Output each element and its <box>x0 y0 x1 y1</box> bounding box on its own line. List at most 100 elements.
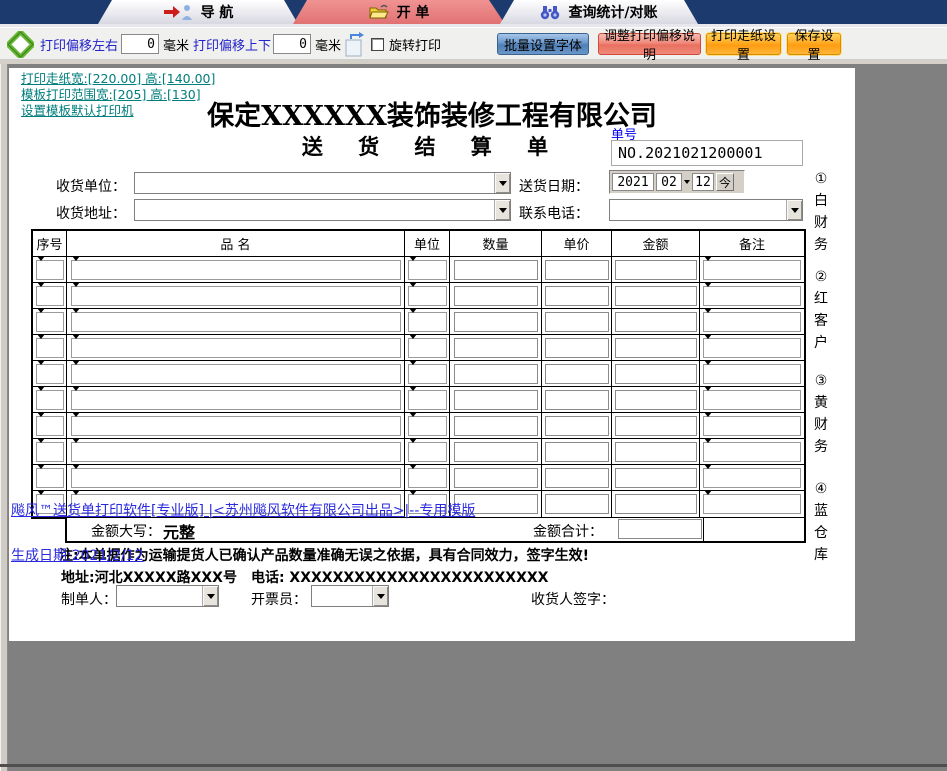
product-combobox[interactable] <box>71 390 401 410</box>
amount-total-input[interactable] <box>618 519 702 539</box>
amount-input[interactable] <box>615 364 697 384</box>
tab-query-stats[interactable]: 查询统计/对账 <box>500 0 698 24</box>
price-input[interactable] <box>545 286 609 306</box>
tab-navigation[interactable]: 导 航 <box>98 0 298 24</box>
amount-input[interactable] <box>615 312 697 332</box>
qty-input[interactable] <box>454 364 538 384</box>
unit-combobox[interactable] <box>408 468 447 488</box>
remark-combobox[interactable] <box>703 390 801 410</box>
offset-help-button[interactable]: 调整打印偏移说明 <box>598 33 701 55</box>
seq-combobox[interactable] <box>36 468 64 488</box>
qty-input[interactable] <box>454 286 538 306</box>
product-combobox[interactable] <box>71 442 401 462</box>
clerk-combobox[interactable] <box>311 585 389 607</box>
paper-size-link[interactable]: 打印走纸宽:[220.00] 高:[140.00] <box>21 71 215 87</box>
qty-input[interactable] <box>454 338 538 358</box>
unit-combobox[interactable] <box>408 260 447 280</box>
seq-combobox[interactable] <box>36 338 64 358</box>
price-input[interactable] <box>545 338 609 358</box>
price-input[interactable] <box>545 416 609 436</box>
date-month-field[interactable]: 02 <box>656 173 682 191</box>
qty-input[interactable] <box>454 312 538 332</box>
receiver-combobox[interactable] <box>134 172 511 194</box>
unit-combobox[interactable] <box>408 364 447 384</box>
price-input[interactable] <box>545 312 609 332</box>
receiver-combo-arrow[interactable] <box>494 173 510 193</box>
clerk-combo-arrow[interactable] <box>372 586 388 606</box>
product-combobox[interactable] <box>71 364 401 384</box>
paper-setting-button[interactable]: 打印走纸设置 <box>706 33 781 55</box>
remark-combobox[interactable] <box>703 416 801 436</box>
remark-combobox[interactable] <box>703 260 801 280</box>
rotate-print-checkbox[interactable] <box>371 38 384 51</box>
seq-combobox[interactable] <box>36 364 64 384</box>
product-combobox[interactable] <box>71 338 401 358</box>
address-label: 收货地址： <box>56 203 126 223</box>
amount-input[interactable] <box>615 494 697 514</box>
product-combobox[interactable] <box>71 468 401 488</box>
seq-combobox[interactable] <box>36 442 64 462</box>
unit-combobox[interactable] <box>408 442 447 462</box>
item-row <box>33 465 804 491</box>
amount-input[interactable] <box>615 338 697 358</box>
qty-input[interactable] <box>454 468 538 488</box>
price-input[interactable] <box>545 442 609 462</box>
unit-combobox[interactable] <box>408 390 447 410</box>
remark-combobox[interactable] <box>703 468 801 488</box>
qty-input[interactable] <box>454 416 538 436</box>
phone-combobox[interactable] <box>609 199 803 221</box>
seq-combobox[interactable] <box>36 312 64 332</box>
tab-navigation-label: 导 航 <box>201 2 234 22</box>
seq-combobox[interactable] <box>36 260 64 280</box>
unit-combobox[interactable] <box>408 416 447 436</box>
date-year-field[interactable]: 2021 <box>612 173 654 191</box>
amount-input[interactable] <box>615 260 697 280</box>
qty-input[interactable] <box>454 390 538 410</box>
col-qty: 数量 <box>450 231 542 257</box>
remark-combobox[interactable] <box>703 286 801 306</box>
address-combo-arrow[interactable] <box>494 200 510 220</box>
seq-combobox[interactable] <box>36 286 64 306</box>
product-combobox[interactable] <box>71 312 401 332</box>
maker-combobox[interactable] <box>116 585 219 607</box>
unit-combobox[interactable] <box>408 338 447 358</box>
date-day-field[interactable]: 12 <box>692 173 714 191</box>
product-combobox[interactable] <box>71 260 401 280</box>
amount-input[interactable] <box>615 286 697 306</box>
price-input[interactable] <box>545 390 609 410</box>
price-input[interactable] <box>545 468 609 488</box>
amount-input[interactable] <box>615 416 697 436</box>
product-combobox[interactable] <box>71 416 401 436</box>
remark-combobox[interactable] <box>703 312 801 332</box>
price-input[interactable] <box>545 364 609 384</box>
seq-combobox[interactable] <box>36 416 64 436</box>
price-input[interactable] <box>545 494 609 514</box>
unit-combobox[interactable] <box>408 286 447 306</box>
offset-ud-input[interactable] <box>273 34 311 54</box>
order-no-field[interactable]: NO.2021021200001 <box>611 140 803 166</box>
remark-combobox[interactable] <box>703 494 801 514</box>
remark-combobox[interactable] <box>703 338 801 358</box>
save-setting-button[interactable]: 保存设置 <box>787 33 841 55</box>
amount-strip: 金额大写： 元整 金额合计： <box>65 517 806 543</box>
qty-input[interactable] <box>454 442 538 462</box>
price-input[interactable] <box>545 260 609 280</box>
maker-combo-arrow[interactable] <box>202 586 218 606</box>
remark-combobox[interactable] <box>703 442 801 462</box>
phone-combo-arrow[interactable] <box>786 200 802 220</box>
remark-combobox[interactable] <box>703 364 801 384</box>
amount-input[interactable] <box>615 468 697 488</box>
qty-input[interactable] <box>454 260 538 280</box>
seq-combobox[interactable] <box>36 390 64 410</box>
tab-billing[interactable]: 开 单 <box>293 0 505 24</box>
date-today-button[interactable]: 今 <box>716 173 734 191</box>
product-combobox[interactable] <box>71 286 401 306</box>
address-combobox[interactable] <box>134 199 511 221</box>
date-month-arrow[interactable] <box>684 180 690 184</box>
amount-input[interactable] <box>615 390 697 410</box>
batch-font-button[interactable]: 批量设置字体 <box>497 33 589 55</box>
copy-label-char: 户 <box>814 332 828 354</box>
offset-lr-input[interactable] <box>121 34 159 54</box>
amount-input[interactable] <box>615 442 697 462</box>
unit-combobox[interactable] <box>408 312 447 332</box>
